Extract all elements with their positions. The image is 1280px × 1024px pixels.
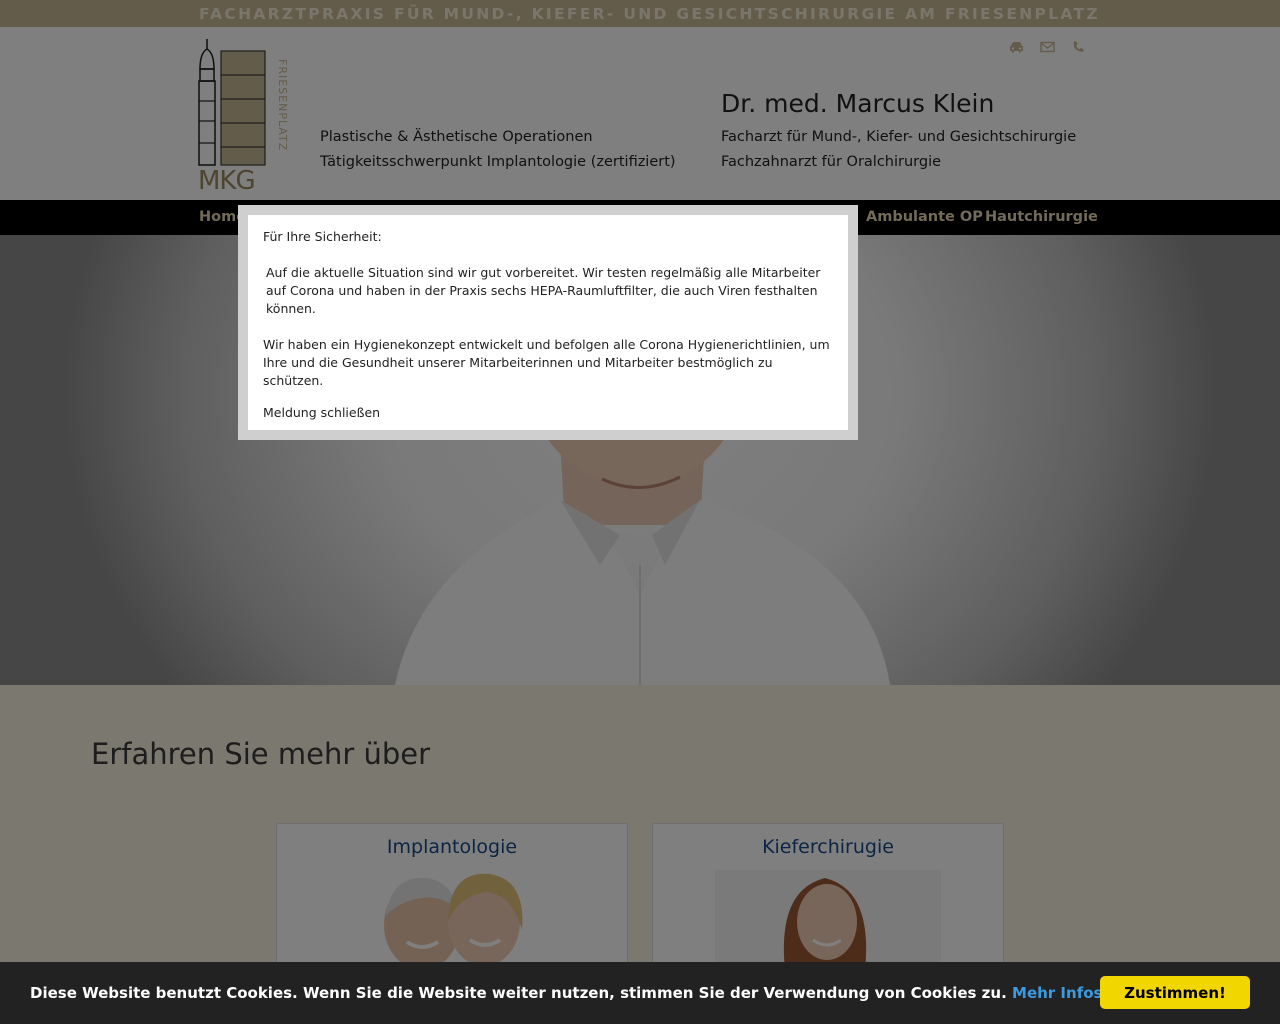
cookie-more-info-link[interactable]: Mehr Infos	[1012, 984, 1102, 1002]
modal-content: Für Ihre Sicherheit: Auf die aktuelle Si…	[248, 215, 848, 430]
cookie-message-text: Diese Website benutzt Cookies. Wenn Sie …	[30, 984, 1007, 1002]
modal-backdrop[interactable]	[0, 0, 1280, 1024]
modal-paragraph-hygiene: Wir haben ein Hygienekonzept entwickelt …	[263, 337, 830, 388]
cookie-accept-button[interactable]: Zustimmen!	[1100, 976, 1250, 1009]
cookie-banner: Diese Website benutzt Cookies. Wenn Sie …	[0, 962, 1280, 1024]
safety-notice-modal: Für Ihre Sicherheit: Auf die aktuelle Si…	[238, 205, 858, 440]
cookie-message: Diese Website benutzt Cookies. Wenn Sie …	[30, 984, 1102, 1002]
close-notice-link[interactable]: Meldung schließen	[263, 404, 380, 422]
modal-paragraph-preparation: Auf die aktuelle Situation sind wir gut …	[266, 265, 821, 316]
modal-heading: Für Ihre Sicherheit:	[263, 229, 382, 244]
